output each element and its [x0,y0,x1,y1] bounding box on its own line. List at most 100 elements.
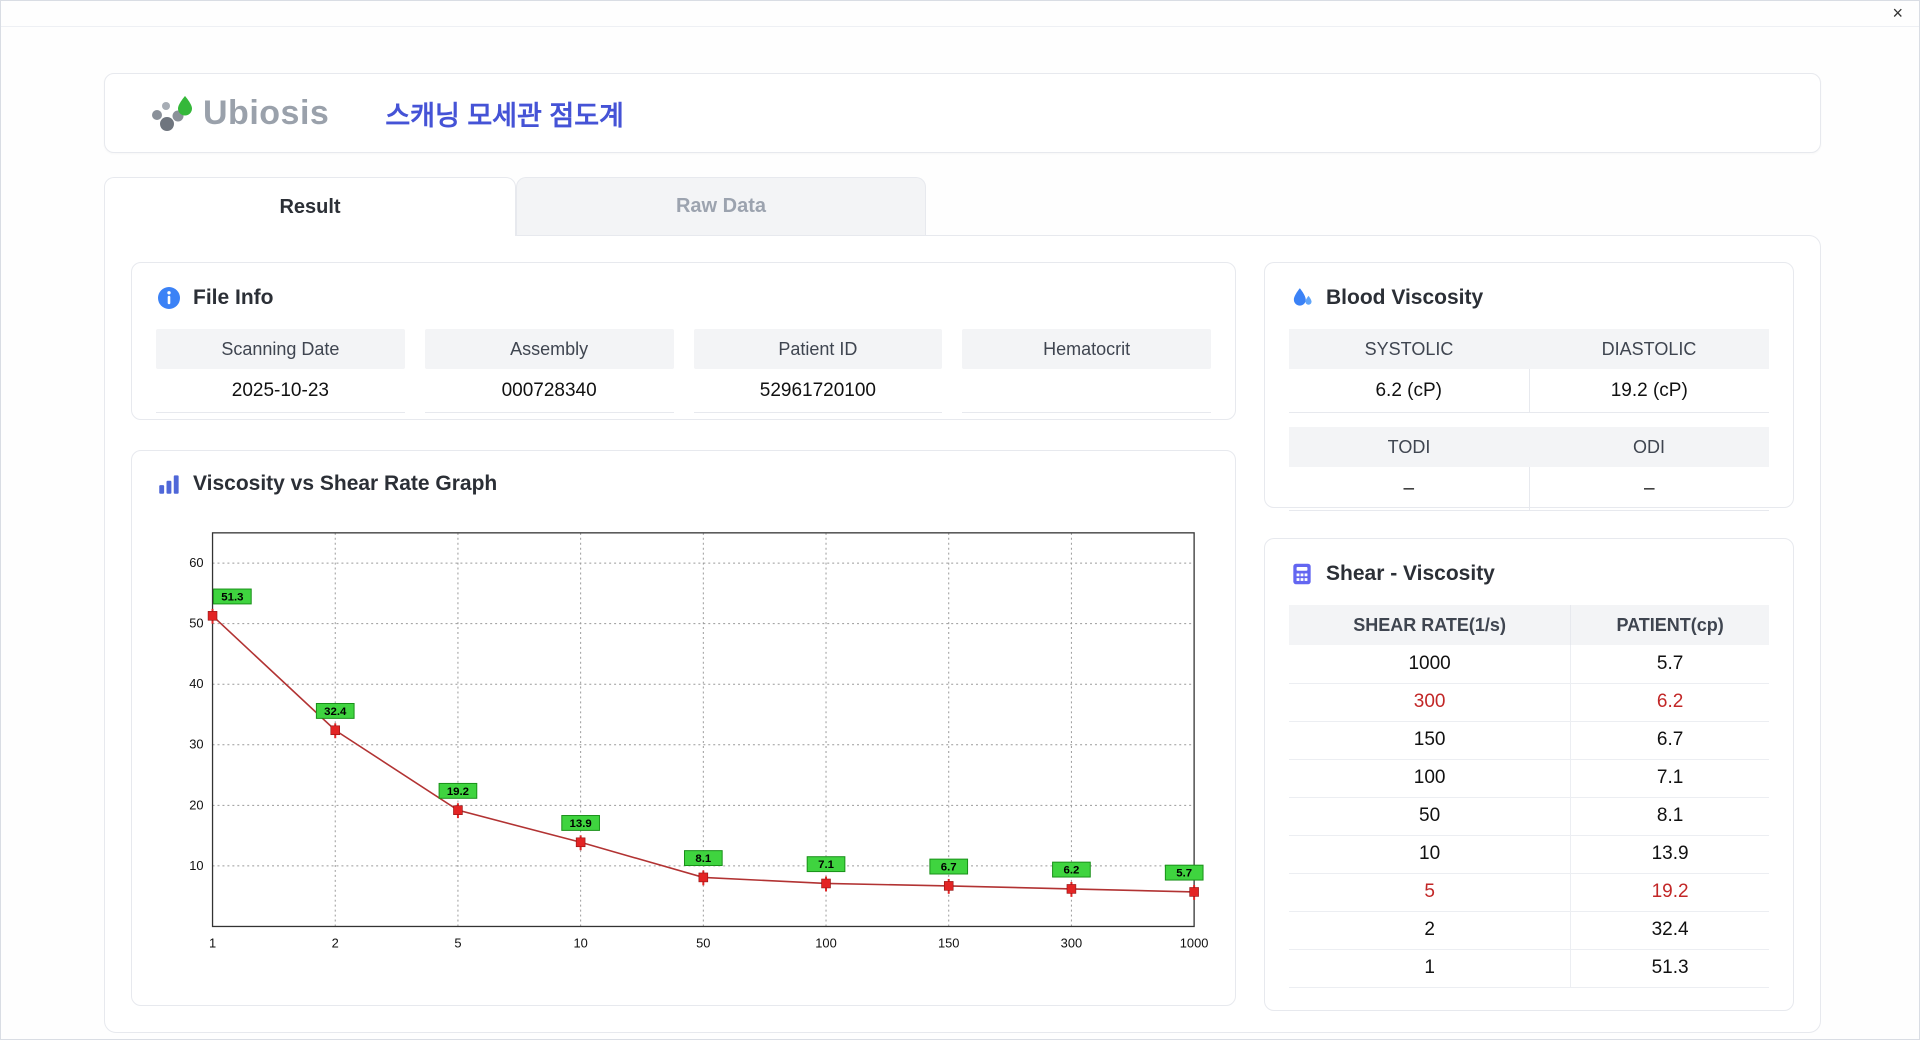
patient-value-cell: 19.2 [1570,873,1769,912]
bv-metric-label: ODI [1529,427,1769,467]
file-info-field: Assembly 000728340 [424,329,674,413]
svg-text:6.2: 6.2 [1063,865,1079,877]
table-row: 5 19.2 [1289,873,1769,912]
patient-value-cell: 32.4 [1570,911,1769,950]
svg-text:5: 5 [454,935,461,950]
bv-metric-value: – [1289,467,1530,511]
tab-raw-data[interactable]: Raw Data [516,177,926,235]
svg-text:100: 100 [815,935,836,950]
app-window: × Ubiosis 스캐닝 모세관 점도계 Result Raw Data Fi… [0,0,1920,1040]
bv-label-row: TODI ODI [1289,427,1769,467]
shear-rate-cell: 1000 [1289,645,1572,684]
graph-title: Viscosity vs Shear Rate Graph [193,472,498,495]
table-row: 300 6.2 [1289,683,1769,722]
table-row: 10 13.9 [1289,835,1769,874]
bv-value-row: – – [1289,467,1769,511]
shear-rate-cell: 5 [1289,873,1572,912]
shear-rate-cell: 10 [1289,835,1572,874]
file-info-fields: Scanning Date 2025-10-23 Assembly 000728340… [156,329,1211,413]
svg-text:10: 10 [573,935,587,950]
svg-text:1000: 1000 [1180,935,1209,950]
svg-text:30: 30 [189,737,203,752]
patient-value-cell: 8.1 [1570,797,1769,836]
table-row: 1 51.3 [1289,949,1769,988]
table-row: 100 7.1 [1289,759,1769,798]
bv-metric-label: DIASTOLIC [1529,329,1769,369]
patient-value-cell: 7.1 [1570,759,1769,798]
ubiosis-logo: Ubiosis [145,90,329,136]
bv-metric-label: TODI [1289,427,1529,467]
shear-viscosity-table: SHEAR RATE(1/s) PATIENT(cp) 1000 5.7 300 6.2 1… [1289,605,1769,988]
bv-metric-value: 19.2 (cP) [1529,369,1769,413]
field-value: 52961720100 [693,369,943,413]
column-header: PATIENT(cp) [1570,605,1769,645]
close-icon[interactable]: × [1892,3,1903,24]
column-header: SHEAR RATE(1/s) [1289,605,1572,645]
shear-rate-cell: 300 [1289,683,1572,722]
droplet-icon [1293,288,1312,306]
logo-mark-icon [152,96,192,131]
blood-viscosity-grid: SYSTOLIC DIASTOLIC 6.2 (cP) 19.2 (cP) TODI OD… [1289,329,1769,511]
right-column: Blood Viscosity SYSTOLIC DIASTOLIC 6.2 (cP… [1264,262,1794,1011]
bv-label-row: SYSTOLIC DIASTOLIC [1289,329,1769,369]
svg-text:50: 50 [189,616,203,631]
shear-rate-cell: 100 [1289,759,1572,798]
svg-text:13.9: 13.9 [570,818,592,830]
content-area: Ubiosis 스캐닝 모세관 점도계 Result Raw Data File [104,73,1821,1033]
table-row: 150 6.7 [1289,721,1769,760]
tab-result[interactable]: Result [104,177,516,236]
patient-value-cell: 51.3 [1570,949,1769,988]
bv-metric-label: SYSTOLIC [1289,329,1529,369]
tab-bar: Result Raw Data [104,177,1821,236]
bv-value-row: 6.2 (cP) 19.2 (cP) [1289,369,1769,413]
info-icon [158,287,180,309]
patient-value-cell: 6.2 [1570,683,1769,722]
svg-text:1: 1 [209,935,216,950]
bar-chart-icon [159,475,179,494]
shear-viscosity-header: Shear - Viscosity [1289,561,1769,587]
field-value: 2025-10-23 [156,369,405,413]
table-row: 1000 5.7 [1289,645,1769,684]
shear-rate-cell: 150 [1289,721,1572,760]
shear-viscosity-card: Shear - Viscosity SHEAR RATE(1/s) PATIENT… [1264,538,1794,1011]
svg-text:19.2: 19.2 [447,786,469,798]
header-card: Ubiosis 스캐닝 모세관 점도계 [104,73,1821,153]
field-value: 000728340 [424,369,674,413]
svg-text:8.1: 8.1 [695,853,711,865]
brand-name: Ubiosis [203,93,330,132]
svg-text:6.7: 6.7 [941,862,957,874]
blood-viscosity-card: Blood Viscosity SYSTOLIC DIASTOLIC 6.2 (cP… [1264,262,1794,511]
viscosity-shear-chart: 10 20 30 40 50 60 1 2 5 10 50 100 150 300 1000 51.3 32.4… [189,532,1209,950]
shear-rate-cell: 1 [1289,949,1572,988]
shear-viscosity-title: Shear - Viscosity [1326,562,1495,585]
svg-text:10: 10 [189,858,203,873]
file-info-field: Patient ID 52961720100 [693,329,943,413]
field-label: Hematocrit [962,329,1211,369]
calculator-icon [1293,563,1311,585]
left-column: File Info Scanning Date 2025-10-23 Assembl… [131,262,1236,1006]
blood-viscosity-header: Blood Viscosity [1289,285,1769,311]
svg-text:5.7: 5.7 [1176,868,1192,880]
patient-value-cell: 13.9 [1570,835,1769,874]
bv-metric-value: 6.2 (cP) [1289,369,1530,413]
field-label: Assembly [424,329,674,369]
table-row: 50 8.1 [1289,797,1769,836]
svg-text:32.4: 32.4 [324,706,347,718]
file-info-card: File Info Scanning Date 2025-10-23 Assembl… [131,262,1236,420]
field-label: Scanning Date [156,329,405,369]
svg-text:150: 150 [938,935,959,950]
page-title: 스캐닝 모세관 점도계 [385,100,624,131]
svg-text:60: 60 [189,555,203,570]
svg-text:40: 40 [189,676,203,691]
patient-value-cell: 6.7 [1570,721,1769,760]
bv-metric-value: – [1529,467,1769,511]
file-info-title: File Info [193,286,274,309]
svg-text:51.3: 51.3 [221,591,243,603]
graph-header: Viscosity vs Shear Rate Graph [156,471,1211,497]
table-row: 2 32.4 [1289,911,1769,950]
svg-text:7.1: 7.1 [818,859,834,871]
shear-rate-cell: 50 [1289,797,1572,836]
svg-text:300: 300 [1061,935,1082,950]
field-value [962,369,1211,413]
file-info-field: Hematocrit [962,329,1211,413]
